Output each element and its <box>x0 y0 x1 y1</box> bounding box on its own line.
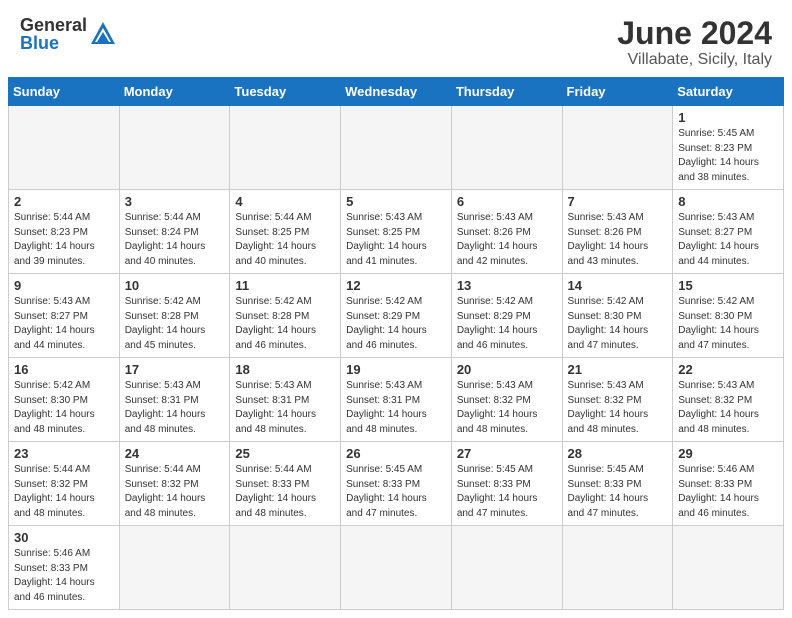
header-monday: Monday <box>119 78 230 106</box>
calendar-cell: 24Sunrise: 5:44 AMSunset: 8:32 PMDayligh… <box>119 442 230 526</box>
header-thursday: Thursday <box>451 78 562 106</box>
calendar-cell: 1Sunrise: 5:45 AMSunset: 8:23 PMDaylight… <box>673 106 784 190</box>
calendar-cell <box>341 526 452 610</box>
logo: General Blue <box>20 16 117 52</box>
calendar-header: Sunday Monday Tuesday Wednesday Thursday… <box>9 78 784 106</box>
header-saturday: Saturday <box>673 78 784 106</box>
page-header: General Blue June 2024 Villabate, Sicily… <box>0 0 792 77</box>
calendar-cell: 15Sunrise: 5:42 AMSunset: 8:30 PMDayligh… <box>673 274 784 358</box>
header-friday: Friday <box>562 78 673 106</box>
calendar-cell: 16Sunrise: 5:42 AMSunset: 8:30 PMDayligh… <box>9 358 120 442</box>
calendar-subtitle: Villabate, Sicily, Italy <box>617 51 772 69</box>
calendar-cell <box>341 106 452 190</box>
calendar-title: June 2024 <box>617 16 772 51</box>
calendar-cell: 26Sunrise: 5:45 AMSunset: 8:33 PMDayligh… <box>341 442 452 526</box>
calendar-cell <box>230 106 341 190</box>
calendar-cell: 8Sunrise: 5:43 AMSunset: 8:27 PMDaylight… <box>673 190 784 274</box>
calendar-cell <box>562 526 673 610</box>
calendar-cell <box>451 106 562 190</box>
calendar-cell: 19Sunrise: 5:43 AMSunset: 8:31 PMDayligh… <box>341 358 452 442</box>
calendar-cell: 28Sunrise: 5:45 AMSunset: 8:33 PMDayligh… <box>562 442 673 526</box>
calendar-body: 1Sunrise: 5:45 AMSunset: 8:23 PMDaylight… <box>9 106 784 610</box>
calendar-cell: 13Sunrise: 5:42 AMSunset: 8:29 PMDayligh… <box>451 274 562 358</box>
calendar-cell <box>230 526 341 610</box>
calendar-cell: 21Sunrise: 5:43 AMSunset: 8:32 PMDayligh… <box>562 358 673 442</box>
calendar-cell <box>9 106 120 190</box>
title-block: June 2024 Villabate, Sicily, Italy <box>617 16 772 69</box>
calendar-cell: 12Sunrise: 5:42 AMSunset: 8:29 PMDayligh… <box>341 274 452 358</box>
calendar-cell: 5Sunrise: 5:43 AMSunset: 8:25 PMDaylight… <box>341 190 452 274</box>
calendar-cell: 11Sunrise: 5:42 AMSunset: 8:28 PMDayligh… <box>230 274 341 358</box>
calendar-cell: 20Sunrise: 5:43 AMSunset: 8:32 PMDayligh… <box>451 358 562 442</box>
calendar-cell: 23Sunrise: 5:44 AMSunset: 8:32 PMDayligh… <box>9 442 120 526</box>
header-wednesday: Wednesday <box>341 78 452 106</box>
header-tuesday: Tuesday <box>230 78 341 106</box>
calendar-cell <box>562 106 673 190</box>
calendar-cell: 10Sunrise: 5:42 AMSunset: 8:28 PMDayligh… <box>119 274 230 358</box>
calendar-container: Sunday Monday Tuesday Wednesday Thursday… <box>0 77 792 618</box>
calendar-cell: 30Sunrise: 5:46 AMSunset: 8:33 PMDayligh… <box>9 526 120 610</box>
calendar-cell: 6Sunrise: 5:43 AMSunset: 8:26 PMDaylight… <box>451 190 562 274</box>
calendar-cell: 27Sunrise: 5:45 AMSunset: 8:33 PMDayligh… <box>451 442 562 526</box>
calendar-cell: 4Sunrise: 5:44 AMSunset: 8:25 PMDaylight… <box>230 190 341 274</box>
calendar-cell: 7Sunrise: 5:43 AMSunset: 8:26 PMDaylight… <box>562 190 673 274</box>
calendar-cell <box>451 526 562 610</box>
logo-text: General Blue <box>20 16 117 52</box>
calendar-cell: 22Sunrise: 5:43 AMSunset: 8:32 PMDayligh… <box>673 358 784 442</box>
header-sunday: Sunday <box>9 78 120 106</box>
calendar-cell: 2Sunrise: 5:44 AMSunset: 8:23 PMDaylight… <box>9 190 120 274</box>
calendar-cell: 29Sunrise: 5:46 AMSunset: 8:33 PMDayligh… <box>673 442 784 526</box>
calendar-cell <box>119 526 230 610</box>
calendar-table: Sunday Monday Tuesday Wednesday Thursday… <box>8 77 784 610</box>
logo-triangle-icon <box>89 20 117 48</box>
calendar-cell: 25Sunrise: 5:44 AMSunset: 8:33 PMDayligh… <box>230 442 341 526</box>
calendar-cell: 9Sunrise: 5:43 AMSunset: 8:27 PMDaylight… <box>9 274 120 358</box>
calendar-cell: 17Sunrise: 5:43 AMSunset: 8:31 PMDayligh… <box>119 358 230 442</box>
calendar-cell: 3Sunrise: 5:44 AMSunset: 8:24 PMDaylight… <box>119 190 230 274</box>
calendar-cell <box>673 526 784 610</box>
calendar-cell: 14Sunrise: 5:42 AMSunset: 8:30 PMDayligh… <box>562 274 673 358</box>
calendar-cell: 18Sunrise: 5:43 AMSunset: 8:31 PMDayligh… <box>230 358 341 442</box>
calendar-cell <box>119 106 230 190</box>
